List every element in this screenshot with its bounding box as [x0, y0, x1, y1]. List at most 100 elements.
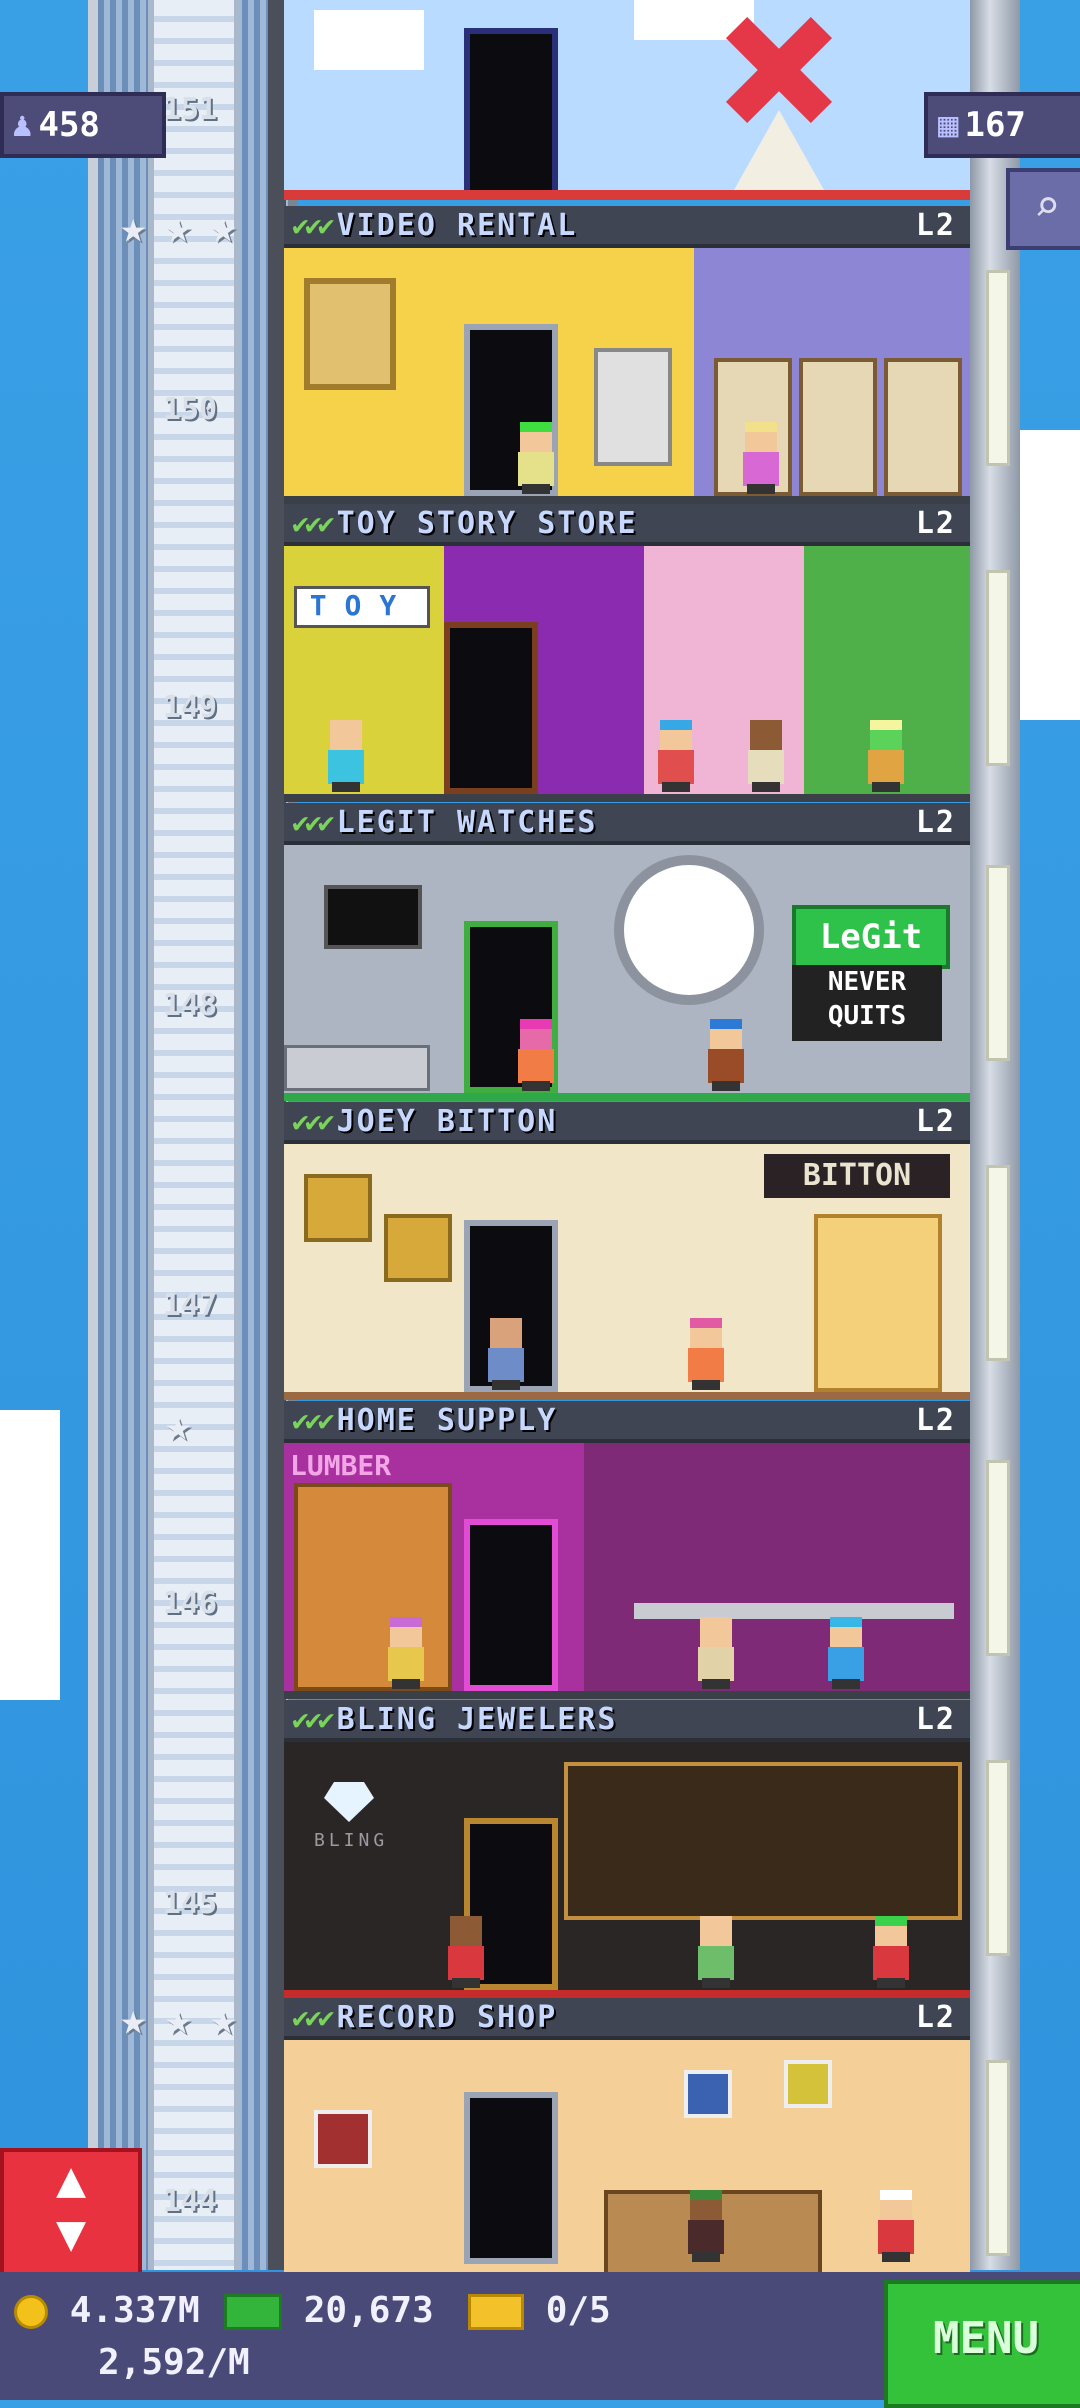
checkmarks-icon: ✔✔✔ — [292, 1403, 335, 1437]
star-icon: ★ — [165, 1994, 192, 2045]
toy-sign: TOY — [294, 586, 430, 628]
floor-video-rental[interactable]: ✔✔✔ VIDEO RENTAL L2 — [284, 206, 970, 504]
tower-outer-wall — [970, 0, 1020, 2270]
star-icon: ★ — [120, 1994, 147, 2045]
floor-joey-bitton[interactable]: ✔✔✔ JOEY BITTON L2 BITTON — [284, 1102, 970, 1400]
person[interactable] — [694, 1916, 738, 1988]
store-name: RECORD SHOP — [336, 1999, 558, 2035]
store-level: L2 — [915, 505, 956, 541]
legit-sign: LeGit — [792, 905, 950, 969]
star-icon: ★ — [120, 202, 147, 253]
star-icon: ★ — [210, 202, 237, 253]
never-quits-sign: NEVER QUITS — [792, 965, 942, 1041]
star-icon: ★ — [210, 1994, 237, 2045]
magnifier-icon: ⌕ — [1033, 181, 1061, 232]
person-icon: ♟ — [12, 105, 33, 145]
cloud-right — [1020, 430, 1080, 720]
checkmarks-icon: ✔✔✔ — [292, 2000, 335, 2034]
tickets-value: 0/5 — [545, 2290, 611, 2331]
floor-bling-jewelers[interactable]: ✔✔✔ BLING JEWELERS L2 BLING — [284, 1700, 970, 1998]
person[interactable] — [654, 720, 698, 792]
menu-button[interactable]: MENU — [884, 2280, 1080, 2408]
checkmarks-icon: ✔✔✔ — [292, 805, 335, 839]
floor-number: 150 — [162, 392, 218, 427]
top-floor-room[interactable] — [284, 0, 970, 200]
elevator-window[interactable] — [148, 0, 240, 2270]
floor-number: 149 — [162, 690, 218, 725]
lumber-sign: LUMBER — [290, 1449, 392, 1482]
bux-value: 20,673 — [303, 2290, 434, 2331]
floor-label: ✔✔✔ TOY STORY STORE L2 — [284, 504, 970, 546]
floor-legit-watches[interactable]: ✔✔✔ LEGIT WATCHES L2 LeGit NEVER QUITS — [284, 803, 970, 1101]
person[interactable] — [324, 720, 368, 792]
income-stat: 2,592/M — [98, 2342, 250, 2383]
floor-number: 146 — [162, 1586, 218, 1621]
floors-count: 167 — [964, 105, 1026, 145]
store-name: HOME SUPPLY — [336, 1402, 558, 1438]
floor-label: ✔✔✔ BLING JEWELERS L2 — [284, 1700, 970, 1742]
store-level: L2 — [915, 804, 956, 840]
person[interactable] — [874, 2190, 918, 2262]
bux-icon — [224, 2294, 282, 2330]
checkmarks-icon: ✔✔✔ — [292, 506, 335, 540]
store-name: TOY STORY STORE — [336, 505, 638, 541]
arrow-up-icon: ▲ — [55, 2150, 87, 2208]
person[interactable] — [864, 720, 908, 792]
floor-label: ✔✔✔ JOEY BITTON L2 — [284, 1102, 970, 1144]
floor-record-shop[interactable]: ✔✔✔ RECORD SHOP L2 — [284, 1998, 970, 2272]
bitton-sign: BITTON — [764, 1154, 950, 1198]
store-name: JOEY BITTON — [336, 1103, 558, 1139]
floor-room: BLING — [284, 1742, 970, 1998]
elevator-button[interactable]: ▲ ▼ — [0, 2148, 142, 2276]
person[interactable] — [514, 1019, 558, 1091]
cloud-left — [0, 1410, 60, 1700]
person[interactable] — [684, 1318, 728, 1390]
floor-number: 144 — [162, 2184, 218, 2219]
person[interactable] — [744, 720, 788, 792]
arrow-down-icon: ▼ — [55, 2204, 87, 2262]
floor-room: TOY — [284, 546, 970, 802]
population-badge[interactable]: ♟ 458 — [0, 92, 166, 158]
floor-number: 145 — [162, 1886, 218, 1921]
store-name: VIDEO RENTAL — [336, 207, 578, 243]
store-level: L2 — [915, 207, 956, 243]
floor-label: ✔✔✔ HOME SUPPLY L2 — [284, 1401, 970, 1443]
checkmarks-icon: ✔✔✔ — [292, 208, 335, 242]
floor-label: ✔✔✔ RECORD SHOP L2 — [284, 1998, 970, 2040]
coins-stat: 4.337M — [14, 2290, 200, 2331]
floors-icon: ▦ — [938, 105, 959, 145]
person[interactable] — [444, 1916, 488, 1988]
person[interactable] — [824, 1617, 868, 1689]
checkmarks-icon: ✔✔✔ — [292, 1104, 335, 1138]
store-name: BLING JEWELERS — [336, 1701, 618, 1737]
floor-room: BITTON — [284, 1144, 970, 1400]
bling-sign: BLING — [314, 1830, 389, 1851]
clock-icon — [614, 855, 764, 1005]
star-icon: ★ — [165, 1400, 192, 1451]
floor-room: LeGit NEVER QUITS — [284, 845, 970, 1101]
person[interactable] — [384, 1617, 428, 1689]
star-icon: ★ — [165, 202, 192, 253]
person[interactable] — [694, 1617, 738, 1689]
person[interactable] — [684, 2190, 728, 2262]
person[interactable] — [704, 1019, 748, 1091]
store-level: L2 — [915, 1999, 956, 2035]
ticket-icon — [468, 2294, 524, 2330]
person[interactable] — [484, 1318, 528, 1390]
floor-room — [284, 2040, 970, 2272]
store-level: L2 — [915, 1701, 956, 1737]
floor-room: LUMBER — [284, 1443, 970, 1699]
floors-badge[interactable]: ▦ 167 — [924, 92, 1080, 158]
floor-home-supply[interactable]: ✔✔✔ HOME SUPPLY L2 LUMBER — [284, 1401, 970, 1699]
floor-number: 147 — [162, 1288, 218, 1323]
person[interactable] — [514, 422, 558, 494]
store-level: L2 — [915, 1402, 956, 1438]
floor-label: ✔✔✔ LEGIT WATCHES L2 — [284, 803, 970, 845]
windmill-attraction — [704, 10, 854, 190]
search-button[interactable]: ⌕ — [1006, 168, 1080, 250]
store-level: L2 — [915, 1103, 956, 1139]
population-count: 458 — [38, 105, 100, 145]
person[interactable] — [869, 1916, 913, 1988]
floor-toy-story-store[interactable]: ✔✔✔ TOY STORY STORE L2 TOY — [284, 504, 970, 802]
person[interactable] — [739, 422, 783, 494]
